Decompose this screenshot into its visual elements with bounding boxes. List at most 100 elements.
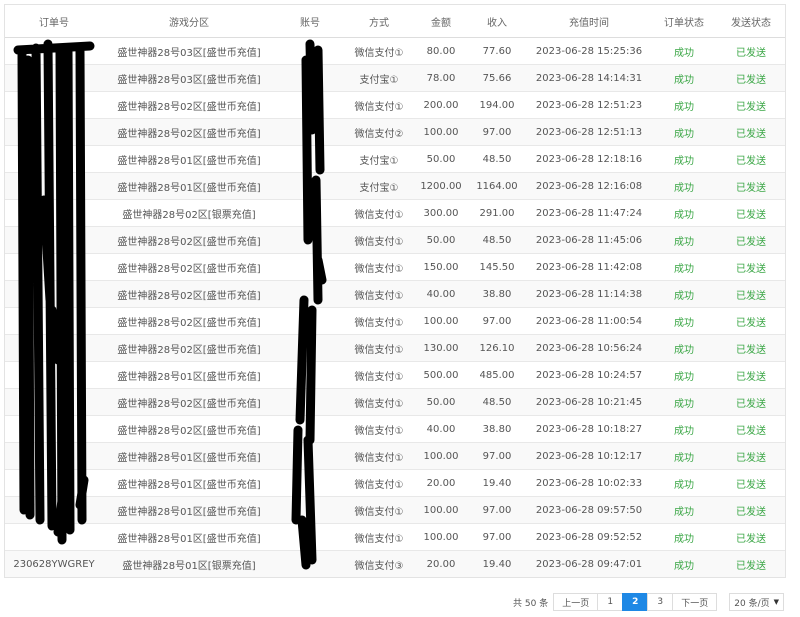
cell-amount: 500.00 xyxy=(413,361,469,389)
cell-method: 微信支付① xyxy=(345,388,413,416)
cell-order-id xyxy=(5,172,103,200)
cell-order-id xyxy=(5,253,103,281)
cell-send-status: 已发送 xyxy=(715,523,785,551)
cell-game-zone: 盛世神器28号02区[盛世币充值] xyxy=(103,226,275,254)
cell-game-zone: 盛世神器28号01区[盛世币充值] xyxy=(103,145,275,173)
cell-income: 97.00 xyxy=(469,118,525,146)
cell-order-status: 成功 xyxy=(653,496,715,524)
cell-account xyxy=(275,550,345,577)
cell-order-id xyxy=(5,226,103,254)
cell-recharge-time: 2023-06-28 12:51:13 xyxy=(525,118,653,146)
cell-income: 97.00 xyxy=(469,307,525,335)
col-header-income: 收入 xyxy=(469,5,525,38)
cell-order-status: 成功 xyxy=(653,307,715,335)
page-1-button[interactable]: 1 xyxy=(597,593,624,611)
cell-amount: 300.00 xyxy=(413,199,469,227)
cell-recharge-time: 2023-06-28 11:45:06 xyxy=(525,226,653,254)
cell-account xyxy=(275,280,345,308)
cell-game-zone: 盛世神器28号01区[盛世币充值] xyxy=(103,496,275,524)
orders-table: 订单号 游戏分区 账号 方式 金额 收入 充值时间 订单状态 发送状态 盛世神器… xyxy=(5,5,785,577)
cell-order-id xyxy=(5,523,103,551)
cell-income: 38.80 xyxy=(469,280,525,308)
cell-method: 微信支付① xyxy=(345,523,413,551)
table-row: 盛世神器28号02区[盛世币充值] 微信支付② 100.00 97.00 2023-06… xyxy=(5,118,785,146)
cell-amount: 20.00 xyxy=(413,550,469,577)
cell-amount: 130.00 xyxy=(413,334,469,362)
cell-amount: 80.00 xyxy=(413,37,469,65)
cell-amount: 40.00 xyxy=(413,280,469,308)
cell-amount: 40.00 xyxy=(413,415,469,443)
cell-recharge-time: 2023-06-28 10:18:27 xyxy=(525,415,653,443)
cell-send-status: 已发送 xyxy=(715,442,785,470)
table-row: 盛世神器28号01区[盛世币充值] 微信支付① 20.00 19.40 2023-06-… xyxy=(5,469,785,497)
cell-send-status: 已发送 xyxy=(715,280,785,308)
cell-account xyxy=(275,442,345,470)
page-size-select[interactable]: 20 条/页 ▼ xyxy=(729,593,784,611)
cell-game-zone: 盛世神器28号01区[盛世币充值] xyxy=(103,442,275,470)
cell-game-zone: 盛世神器28号02区[盛世币充值] xyxy=(103,388,275,416)
table-row: 盛世神器28号02区[盛世币充值] 微信支付① 40.00 38.80 2023-06-… xyxy=(5,280,785,308)
cell-account xyxy=(275,226,345,254)
cell-order-status: 成功 xyxy=(653,172,715,200)
cell-send-status: 已发送 xyxy=(715,199,785,227)
cell-send-status: 已发送 xyxy=(715,415,785,443)
cell-amount: 100.00 xyxy=(413,523,469,551)
table-row: 盛世神器28号03区[盛世币充值] 微信支付① 80.00 77.60 2023-06-… xyxy=(5,37,785,65)
cell-recharge-time: 2023-06-28 10:24:57 xyxy=(525,361,653,389)
cell-order-status: 成功 xyxy=(653,469,715,497)
col-header-order-status: 订单状态 xyxy=(653,5,715,38)
cell-account xyxy=(275,523,345,551)
cell-method: 微信支付① xyxy=(345,37,413,65)
table-row: 盛世神器28号01区[盛世币充值] 微信支付① 100.00 97.00 2023-06… xyxy=(5,442,785,470)
cell-order-id xyxy=(5,199,103,227)
prev-page-button[interactable]: 上一页 xyxy=(553,593,599,611)
cell-account xyxy=(275,361,345,389)
table-row: 盛世神器28号01区[盛世币充值] 微信支付① 100.00 97.00 2023-06… xyxy=(5,496,785,524)
table-row: 盛世神器28号02区[盛世币充值] 微信支付① 200.00 194.00 2023-0… xyxy=(5,91,785,119)
cell-recharge-time: 2023-06-28 10:21:45 xyxy=(525,388,653,416)
cell-game-zone: 盛世神器28号01区[盛世币充值] xyxy=(103,523,275,551)
cell-amount: 100.00 xyxy=(413,307,469,335)
cell-order-status: 成功 xyxy=(653,64,715,92)
cell-order-id xyxy=(5,37,103,65)
next-page-button[interactable]: 下一页 xyxy=(672,593,718,611)
table-row: 盛世神器28号02区[盛世币充值] 微信支付① 130.00 126.10 2023-0… xyxy=(5,334,785,362)
col-header-amount: 金额 xyxy=(413,5,469,38)
cell-order-id xyxy=(5,469,103,497)
cell-income: 19.40 xyxy=(469,550,525,577)
table-header-row: 订单号 游戏分区 账号 方式 金额 收入 充值时间 订单状态 发送状态 xyxy=(5,5,785,38)
cell-recharge-time: 2023-06-28 11:14:38 xyxy=(525,280,653,308)
table-row: 盛世神器28号02区[银票充值] 微信支付① 300.00 291.00 2023-06… xyxy=(5,199,785,227)
cell-order-id xyxy=(5,91,103,119)
cell-order-status: 成功 xyxy=(653,145,715,173)
cell-game-zone: 盛世神器28号03区[盛世币充值] xyxy=(103,37,275,65)
cell-account xyxy=(275,37,345,65)
cell-order-id xyxy=(5,415,103,443)
cell-recharge-time: 2023-06-28 12:16:08 xyxy=(525,172,653,200)
cell-income: 48.50 xyxy=(469,388,525,416)
cell-send-status: 已发送 xyxy=(715,253,785,281)
cell-order-id xyxy=(5,334,103,362)
page-3-button[interactable]: 3 xyxy=(647,593,674,611)
cell-order-status: 成功 xyxy=(653,442,715,470)
cell-recharge-time: 2023-06-28 12:51:23 xyxy=(525,91,653,119)
orders-table-container: 订单号 游戏分区 账号 方式 金额 收入 充值时间 订单状态 发送状态 盛世神器… xyxy=(4,4,786,578)
cell-send-status: 已发送 xyxy=(715,307,785,335)
page-2-button[interactable]: 2 xyxy=(622,593,649,611)
page-size-value: 20 条/页 xyxy=(734,598,770,609)
cell-order-id xyxy=(5,145,103,173)
cell-order-status: 成功 xyxy=(653,361,715,389)
cell-method: 支付宝① xyxy=(345,172,413,200)
cell-game-zone: 盛世神器28号02区[盛世币充值] xyxy=(103,280,275,308)
cell-income: 48.50 xyxy=(469,145,525,173)
cell-order-status: 成功 xyxy=(653,388,715,416)
cell-method: 微信支付① xyxy=(345,280,413,308)
cell-recharge-time: 2023-06-28 10:12:17 xyxy=(525,442,653,470)
cell-income: 19.40 xyxy=(469,469,525,497)
cell-amount: 100.00 xyxy=(413,118,469,146)
cell-income: 194.00 xyxy=(469,91,525,119)
cell-method: 微信支付① xyxy=(345,496,413,524)
cell-recharge-time: 2023-06-28 11:00:54 xyxy=(525,307,653,335)
cell-amount: 78.00 xyxy=(413,64,469,92)
cell-recharge-time: 2023-06-28 12:18:16 xyxy=(525,145,653,173)
